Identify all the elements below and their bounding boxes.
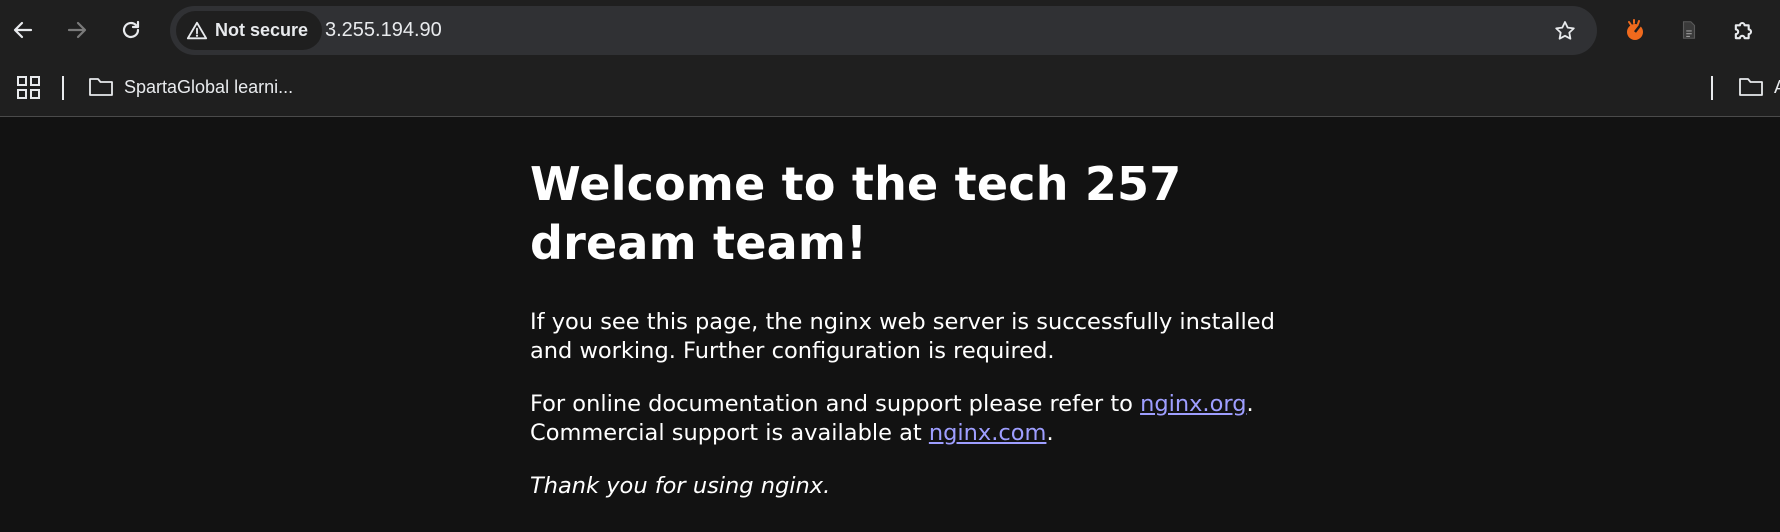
- docs-text-suffix: .: [1046, 420, 1054, 446]
- docs-paragraph: For online documentation and support ple…: [530, 390, 1320, 448]
- back-button[interactable]: [6, 13, 40, 47]
- page-heading: Welcome to the tech 257 dream team!: [530, 157, 1182, 270]
- nginx-welcome: Welcome to the tech 257 dream team! If y…: [530, 117, 1320, 501]
- warning-triangle-icon: [186, 21, 208, 39]
- bookmark-separator: [1711, 76, 1713, 100]
- docs-text-prefix: For online documentation and support ple…: [530, 391, 1141, 417]
- url-text[interactable]: 3.255.194.90: [325, 19, 442, 42]
- browser-window: Not secure 3.255.194.90 SpartaGlobal lea…: [0, 0, 1780, 532]
- document-icon: [1682, 21, 1696, 39]
- orange-extension-icon: [1627, 19, 1643, 40]
- bookmark-folder-other[interactable]: A: [1736, 69, 1780, 105]
- bookmark-star-button[interactable]: [1551, 17, 1579, 45]
- reload-icon: [122, 20, 140, 39]
- extension-button[interactable]: [1618, 13, 1652, 47]
- bookmark-label: SpartaGlobal learni...: [124, 76, 294, 97]
- folder-icon: [1739, 78, 1763, 96]
- thank-you-text: Thank you for using nginx.: [530, 473, 831, 499]
- address-bar[interactable]: Not secure 3.255.194.90: [170, 6, 1597, 55]
- back-arrow-icon: [13, 21, 33, 39]
- page-content: Welcome to the tech 257 dream team! If y…: [0, 117, 1780, 532]
- page-info-button[interactable]: [1672, 13, 1706, 47]
- nginx-com-link[interactable]: nginx.com: [929, 420, 1047, 446]
- bookmark-folder-spartaglobal[interactable]: SpartaGlobal learni...: [88, 69, 293, 105]
- apps-grid-icon[interactable]: [16, 75, 42, 101]
- reload-button[interactable]: [114, 13, 148, 47]
- nginx-org-link[interactable]: nginx.org: [1140, 391, 1246, 417]
- forward-arrow-icon: [67, 21, 87, 39]
- bookmarks-bar: SpartaGlobal learni... A: [0, 59, 1780, 117]
- security-label: Not secure: [215, 20, 309, 40]
- intro-paragraph: If you see this page, the nginx web serv…: [530, 309, 1275, 364]
- extensions-menu-button[interactable]: [1727, 13, 1761, 47]
- security-indicator[interactable]: Not secure: [176, 11, 323, 50]
- star-icon: [1555, 21, 1575, 40]
- bookmark-label: A: [1774, 77, 1780, 98]
- folder-icon: [89, 78, 113, 96]
- puzzle-piece-icon: [1734, 21, 1753, 40]
- browser-toolbar: Not secure 3.255.194.90: [0, 0, 1780, 59]
- forward-button[interactable]: [60, 13, 94, 47]
- bookmark-separator: [62, 76, 64, 100]
